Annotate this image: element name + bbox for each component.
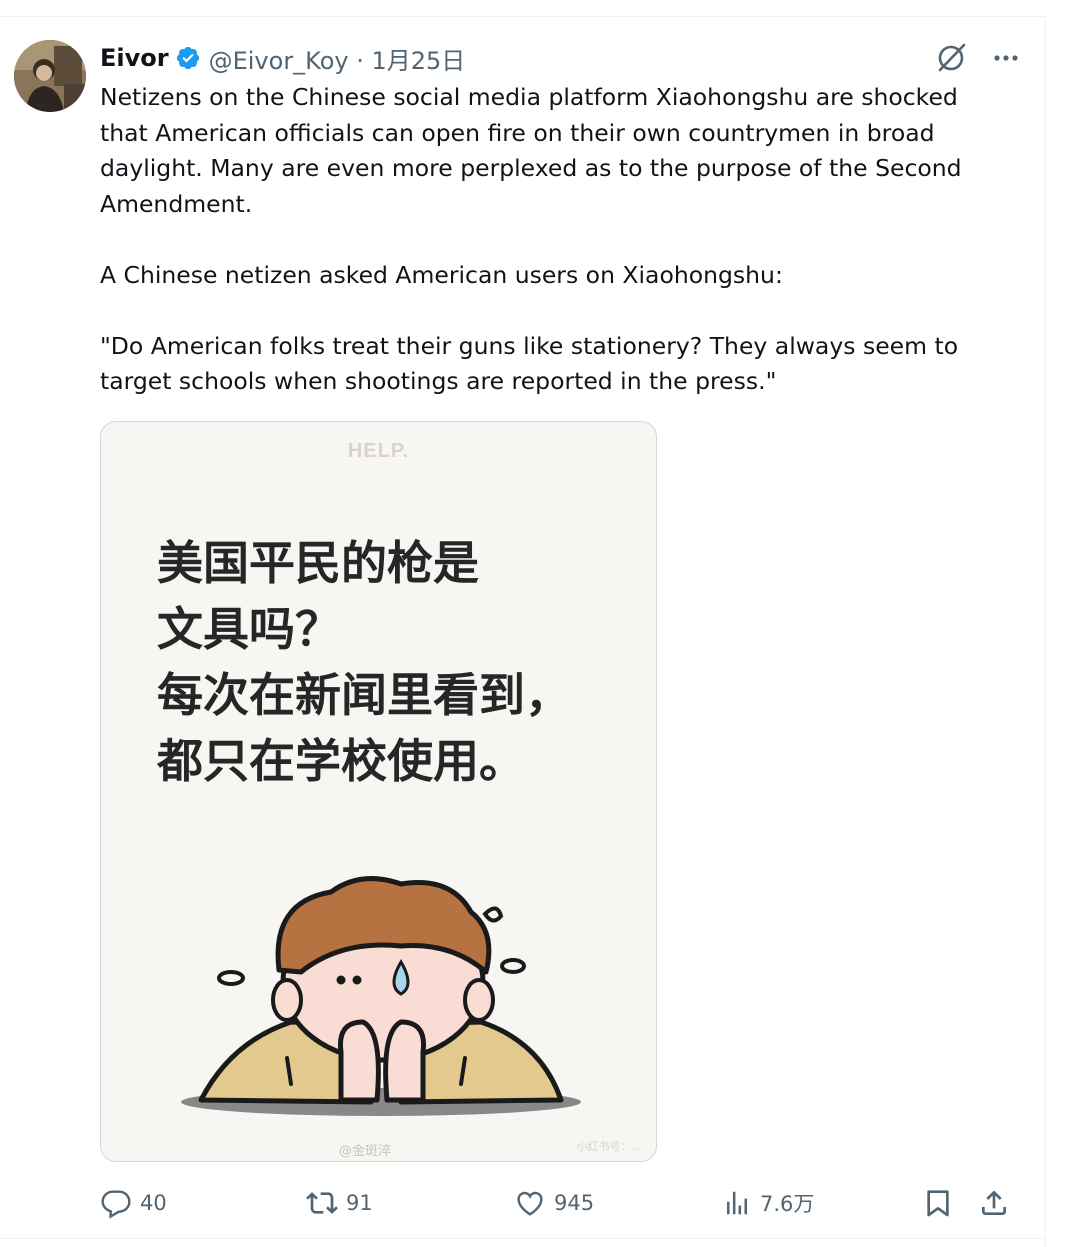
image-watermark: @金斑淬 bbox=[339, 1144, 392, 1159]
avatar-image bbox=[14, 40, 86, 112]
repost-icon bbox=[306, 1187, 338, 1219]
reply-button[interactable]: 40 bbox=[100, 1187, 306, 1219]
tweet-text: Netizens on the Chinese social media pla… bbox=[100, 80, 1000, 400]
handle-and-date[interactable]: @Eivor_Koy · 1月25日 bbox=[209, 41, 466, 76]
grok-icon[interactable] bbox=[934, 41, 968, 75]
views-button[interactable]: 7.6万 bbox=[722, 1188, 922, 1218]
more-icon[interactable] bbox=[992, 44, 1020, 72]
reply-count: 40 bbox=[140, 1191, 167, 1215]
tweet-paragraph: A Chinese netizen asked American users o… bbox=[100, 260, 783, 289]
image-caption-line: 每次在新闻里看到， bbox=[157, 668, 571, 722]
like-count: 945 bbox=[554, 1191, 595, 1215]
like-icon bbox=[514, 1187, 546, 1219]
repost-button[interactable]: 91 bbox=[306, 1187, 514, 1219]
image-help-text: HELP. bbox=[347, 440, 410, 462]
image-watermark: 小红书号：... bbox=[576, 1140, 643, 1153]
share-button[interactable] bbox=[978, 1187, 1018, 1219]
author-name[interactable]: Eivor bbox=[100, 44, 169, 72]
image-caption-line: 都只在学校使用。 bbox=[157, 734, 525, 788]
avatar[interactable] bbox=[14, 40, 86, 112]
verified-badge-icon bbox=[175, 45, 201, 71]
tweet-header: Eivor @Eivor_Koy · 1月25日 bbox=[100, 40, 465, 76]
image-caption-line: 美国平民的枪是 bbox=[157, 536, 479, 590]
image-caption: 美国平民的枪是 文具吗？ 每次在新闻里看到， 都只在学校使用。 bbox=[157, 530, 571, 794]
bookmark-icon bbox=[922, 1187, 954, 1219]
tweet-actions: 40 91 945 7.6万 bbox=[100, 1180, 1020, 1226]
header-actions bbox=[934, 40, 1020, 76]
bookmark-button[interactable] bbox=[922, 1187, 978, 1219]
reply-icon bbox=[100, 1187, 132, 1219]
repost-count: 91 bbox=[346, 1191, 373, 1215]
crying-cartoon-illustration bbox=[181, 876, 581, 1116]
like-button[interactable]: 945 bbox=[514, 1187, 722, 1219]
tweet-paragraph: Netizens on the Chinese social media pla… bbox=[100, 83, 962, 218]
tweet-image[interactable]: HELP. 美国平民的枪是 文具吗？ 每次在新闻里看到， 都只在学校使用。 @金… bbox=[100, 421, 657, 1162]
divider bbox=[0, 1238, 1046, 1239]
views-icon bbox=[722, 1188, 752, 1218]
image-caption-line: 文具吗？ bbox=[157, 602, 341, 656]
share-icon bbox=[978, 1187, 1010, 1219]
tweet-paragraph: "Do American folks treat their guns like… bbox=[100, 331, 959, 396]
views-count: 7.6万 bbox=[760, 1192, 815, 1216]
